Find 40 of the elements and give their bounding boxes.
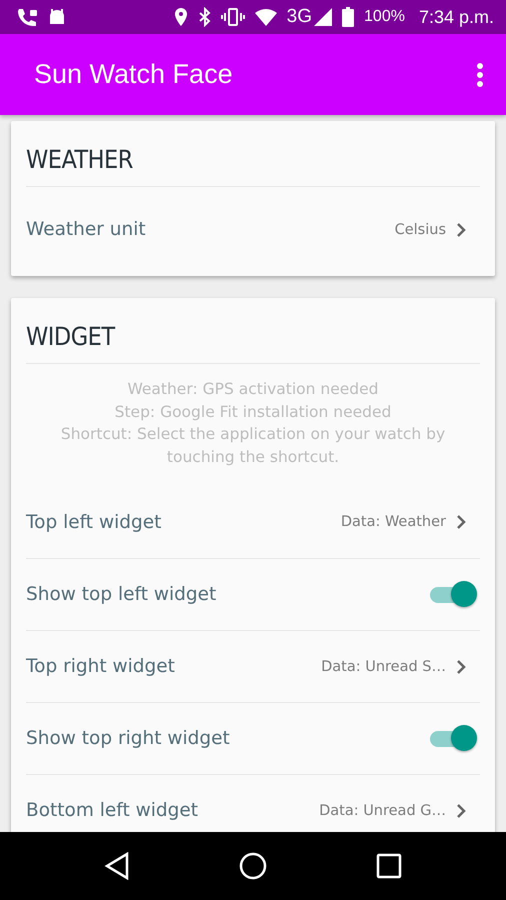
hint-text: Step: Google Fit installation needed: [114, 402, 392, 422]
location-icon: [172, 7, 189, 27]
chevron-right-icon[interactable]: [456, 658, 466, 674]
setting-label: Weather unit: [26, 219, 147, 240]
recents-icon[interactable]: [376, 853, 402, 879]
chevron-right-icon[interactable]: [456, 514, 466, 530]
settings-row[interactable]: Top right widget Data: Unread S…: [26, 630, 480, 702]
settings-row[interactable]: Show top right widget: [26, 702, 480, 774]
section-title: WEATHER: [26, 144, 134, 176]
hint-text: Shortcut: Select the application on your watch by touching the shortcut.: [60, 424, 446, 468]
setting-value: Celsius: [394, 222, 446, 238]
home-icon[interactable]: [238, 852, 267, 880]
signal-icon: [314, 8, 332, 26]
android-icon: [48, 8, 66, 26]
chevron-right-icon[interactable]: [456, 222, 466, 238]
settings-row[interactable]: Show top left widget: [26, 558, 480, 630]
chevron-right-icon[interactable]: [456, 802, 466, 818]
hint-text: Weather: GPS activation needed: [126, 379, 380, 400]
setting-label: Top left widget: [26, 512, 162, 532]
settings-row[interactable]: Top left widget Data: Weather: [26, 486, 480, 558]
bluetooth-icon: [198, 7, 211, 27]
setting-value: Data: Unread S…: [321, 658, 446, 674]
setting-value: Data: Weather: [340, 514, 446, 530]
back-icon[interactable]: [104, 852, 130, 880]
app-title: Sun Watch Face: [34, 59, 234, 90]
section-title: WIDGET: [26, 321, 116, 353]
vibrate-icon: [220, 7, 245, 27]
setting-label: Top right widget: [26, 656, 176, 677]
clock: 7:34 p.m.: [418, 6, 494, 28]
wifi-icon: [254, 8, 277, 26]
call-icon: [16, 7, 38, 27]
network-type: 3G: [286, 6, 312, 28]
battery-icon: [342, 7, 354, 27]
battery-level: 100%: [364, 8, 405, 26]
more-menu-icon[interactable]: [476, 62, 484, 88]
setting-label: Show top left widget: [26, 584, 218, 605]
setting-label: Bottom left widget: [26, 800, 199, 821]
setting-label: Show top right widget: [26, 728, 231, 749]
settings-row[interactable]: Weather unit Celsius: [26, 186, 480, 276]
setting-value: Data: Unread G…: [319, 802, 446, 818]
